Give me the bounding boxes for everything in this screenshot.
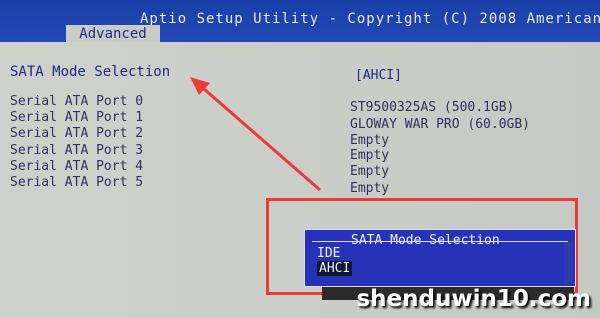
port-2-value: Empty — [350, 133, 390, 148]
bios-title-bar: Aptio Setup Utility - Copyright (C) 2008… — [0, 0, 600, 42]
port-4-label: Serial ATA Port 4 — [10, 159, 144, 174]
port-1-label: Serial ATA Port 1 — [10, 110, 144, 125]
sata-mode-value[interactable]: [AHCI] — [355, 68, 402, 83]
option-ahci[interactable]: AHCI — [317, 261, 353, 276]
port-1-value: GLOWAY WAR PRO (60.0GB) — [350, 117, 531, 132]
watermark: shenduwin10.com — [356, 286, 591, 312]
option-ide[interactable]: IDE — [317, 246, 340, 261]
port-2-label: Serial ATA Port 2 — [10, 126, 144, 141]
port-5-value: Empty — [350, 181, 390, 196]
sata-mode-popup[interactable]: SATA Mode Selection IDE AHCI — [304, 229, 576, 287]
port-3-label: Serial ATA Port 3 — [10, 143, 144, 158]
port-0-label: Serial ATA Port 0 — [10, 94, 144, 109]
popup-scrollbar[interactable] — [564, 242, 572, 284]
port-3-value: Empty — [350, 148, 390, 163]
sata-mode-label[interactable]: SATA Mode Selection — [10, 64, 170, 80]
tab-advanced[interactable]: Advanced — [66, 25, 160, 42]
port-0-value: ST9500325AS (500.1GB) — [350, 100, 515, 115]
popup-divider — [312, 241, 568, 242]
bios-title: Aptio Setup Utility - Copyright (C) 2008… — [140, 11, 600, 27]
port-5-label: Serial ATA Port 5 — [10, 175, 144, 190]
port-4-value: Empty — [350, 164, 390, 179]
